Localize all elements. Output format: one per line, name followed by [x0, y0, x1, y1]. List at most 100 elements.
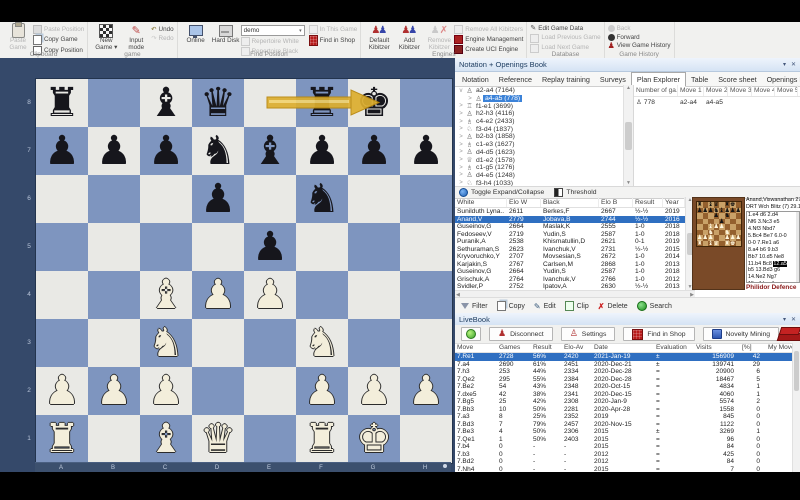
panel-close-icon[interactable]: ✕: [791, 61, 796, 68]
in-this-game-button[interactable]: In This Game: [309, 25, 358, 34]
new-game-button[interactable]: New Game ▾: [91, 23, 121, 52]
black-bishop-piece[interactable]: ♝: [140, 79, 192, 127]
board-square-h8[interactable]: [400, 79, 452, 127]
board-square-g1[interactable]: ♚: [348, 415, 400, 463]
board-square-a5[interactable]: [36, 223, 88, 271]
tree-scrollbar[interactable]: ▲ ▼: [623, 85, 633, 186]
livebook-column-header[interactable]: Elo-Av: [562, 343, 592, 352]
board-square-h2[interactable]: ♟: [400, 367, 452, 415]
black-pawn-piece[interactable]: ♟: [400, 127, 452, 175]
connection-status-button[interactable]: [461, 327, 481, 341]
panel-collapse-icon[interactable]: ▾: [783, 316, 786, 323]
board-square-b2[interactable]: ♟: [88, 367, 140, 415]
expander-closed-icon[interactable]: >: [457, 157, 465, 163]
table-row[interactable]: Fedoseev,V2719Yudin,S25871-02018: [455, 231, 685, 239]
black-pawn-piece[interactable]: ♟: [88, 127, 140, 175]
filter-button[interactable]: Filter: [461, 303, 488, 310]
board-square-h1[interactable]: [400, 415, 452, 463]
scroll-thumb[interactable]: [794, 351, 799, 391]
chess-board[interactable]: ♜♝♛♜♚♟♟♟♞♝♟♟♟♟♞♟♝♟♟♞♞♟♟♟♟♟♟♜♝♛♜♚: [35, 78, 453, 464]
board-square-e7[interactable]: ♝: [244, 127, 296, 175]
plan-tree-item[interactable]: >♙h2-h3 (4116): [455, 110, 623, 118]
board-square-g4[interactable]: [348, 271, 400, 319]
plan-tree-item[interactable]: >♗c4-e2 (2433): [455, 118, 623, 126]
livebook-row[interactable]: 7.Qe1150%24032015=960: [455, 436, 800, 444]
livebook-column-header[interactable]: Evaluation: [654, 343, 694, 352]
white-pawn-piece[interactable]: ♟: [140, 367, 192, 415]
expander-closed-icon[interactable]: >: [466, 96, 474, 102]
board-square-g7[interactable]: ♟: [348, 127, 400, 175]
white-pawn-piece[interactable]: ♟: [400, 367, 452, 415]
livebook-row[interactable]: 7.a3825%23522019=8450: [455, 413, 800, 421]
edit-button[interactable]: ✎Edit: [534, 302, 556, 311]
scroll-up-icon[interactable]: ▲: [626, 85, 631, 91]
edit-game-data-button[interactable]: ✎Edit Game Data: [530, 25, 600, 33]
board-square-b3[interactable]: [88, 319, 140, 367]
board-square-b8[interactable]: [88, 79, 140, 127]
table-row[interactable]: Sethuraman,S2623Ivanchuk,V2731½-½2015: [455, 246, 685, 254]
board-square-e1[interactable]: [244, 415, 296, 463]
board-square-g8[interactable]: ♚: [348, 79, 400, 127]
black-pawn-piece[interactable]: ♟: [244, 223, 296, 271]
livebook-row[interactable]: 7.Bb31050%22812020-Apr-28=15580: [455, 406, 800, 414]
panel-collapse-icon[interactable]: ▾: [783, 61, 786, 68]
engine-management-button[interactable]: Engine Management: [454, 35, 523, 44]
scroll-thumb[interactable]: [625, 122, 632, 150]
board-square-e5[interactable]: ♟: [244, 223, 296, 271]
board-square-h4[interactable]: [400, 271, 452, 319]
black-pawn-piece[interactable]: ♟: [296, 127, 348, 175]
undo-button[interactable]: ↶Undo: [151, 26, 173, 34]
board-square-b6[interactable]: [88, 175, 140, 223]
white-pawn-piece[interactable]: ♟: [36, 367, 88, 415]
board-square-g2[interactable]: ♟: [348, 367, 400, 415]
board-square-d1[interactable]: ♛: [192, 415, 244, 463]
livebook-row[interactable]: 7.Bd20--2012=840: [455, 458, 800, 466]
plan-tree-item[interactable]: >♘f3-d4 (1837): [455, 125, 623, 133]
livebook-column-header[interactable]: [%]: [740, 343, 766, 352]
board-square-c1[interactable]: ♝: [140, 415, 192, 463]
expander-open-icon[interactable]: v: [457, 88, 465, 94]
plan-tree-item[interactable]: >♙d4-e5 (1248): [455, 172, 623, 180]
forward-button[interactable]: Forward: [608, 34, 671, 42]
delete-button[interactable]: ✗Delete: [598, 302, 628, 311]
board-square-f2[interactable]: ♟: [296, 367, 348, 415]
remove-all-kibitzers-button[interactable]: Remove All Kibitzers: [454, 25, 523, 34]
plan-tree-item[interactable]: >♖f1-e1 (3699): [455, 102, 623, 110]
position-search-combo[interactable]: demo▾: [241, 25, 305, 36]
white-pawn-piece[interactable]: ♟: [88, 367, 140, 415]
black-pawn-piece[interactable]: ♟: [348, 127, 400, 175]
plan-tree-item[interactable]: >♗c1-g5 (1276): [455, 164, 623, 172]
board-square-d8[interactable]: ♛: [192, 79, 244, 127]
board-square-b5[interactable]: [88, 223, 140, 271]
livebook-row[interactable]: 7.Nh40--2015=70: [455, 466, 800, 473]
board-square-c5[interactable]: [140, 223, 192, 271]
board-square-a1[interactable]: ♜: [36, 415, 88, 463]
black-rook-piece[interactable]: ♜: [296, 79, 348, 127]
board-square-d4[interactable]: ♟: [192, 271, 244, 319]
repertoire-white-button[interactable]: Repertoire White: [241, 37, 305, 46]
games-column-header[interactable]: Result: [633, 197, 663, 207]
board-square-d7[interactable]: ♞: [192, 127, 244, 175]
expander-closed-icon[interactable]: >: [457, 103, 465, 109]
table-row[interactable]: Guseinov,G2664Maslak,K25551-02018: [455, 223, 685, 231]
white-pawn-piece[interactable]: ♟: [348, 367, 400, 415]
toggle-expand-collapse-button[interactable]: Toggle Expand/Collapse: [459, 188, 544, 197]
white-knight-piece[interactable]: ♞: [140, 319, 192, 367]
board-square-c8[interactable]: ♝: [140, 79, 192, 127]
white-bishop-piece[interactable]: ♝: [140, 415, 192, 463]
white-knight-piece[interactable]: ♞: [296, 319, 348, 367]
hard-disk-button[interactable]: Hard Disk: [211, 23, 241, 45]
games-column-header[interactable]: White: [455, 197, 507, 207]
livebook-row[interactable]: 7.Bg52542%23082020-Jan-9=55742: [455, 398, 800, 406]
table-row[interactable]: Svidler,P2752Ipatov,A2630½-½2013: [455, 283, 685, 290]
board-square-e2[interactable]: [244, 367, 296, 415]
livebook-column-header[interactable]: My Moves: [766, 343, 793, 352]
board-square-b7[interactable]: ♟: [88, 127, 140, 175]
white-pawn-piece[interactable]: ♟: [192, 271, 244, 319]
black-pawn-piece[interactable]: ♟: [36, 127, 88, 175]
livebook-row[interactable]: 7.b30--2012=4250: [455, 451, 800, 459]
games-column-header[interactable]: Elo W: [507, 197, 541, 207]
board-square-f5[interactable]: [296, 223, 348, 271]
livebook-row[interactable]: 7.b40--2015=840: [455, 443, 800, 451]
notation-scrollbar[interactable]: [796, 212, 799, 282]
